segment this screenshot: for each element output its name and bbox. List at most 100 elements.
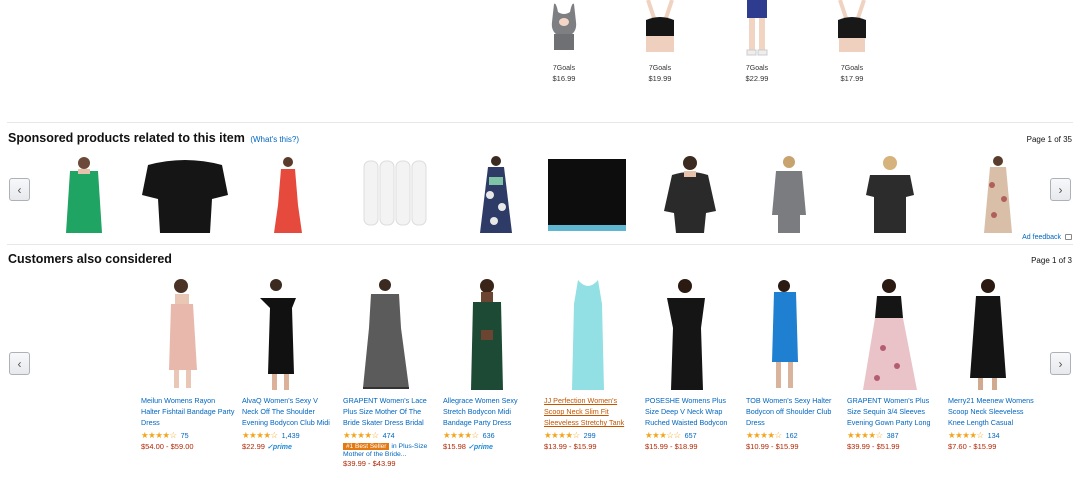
floral-longsleeve-dress-image[interactable]	[980, 155, 1016, 233]
product-title-link[interactable]: Merry21 Meenew Womens Scoop Neck Sleevel…	[948, 395, 1042, 429]
star-rating-icon: ★★★★☆	[242, 430, 278, 440]
black-tee-image[interactable]	[862, 155, 918, 233]
product-brand: 7Goals	[840, 65, 864, 72]
rating-row: ★★★★☆ 1,439	[242, 430, 336, 441]
review-count[interactable]: 75	[181, 431, 189, 440]
product-title-link[interactable]: JJ Perfection Women's Scoop Neck Slim Fi…	[544, 395, 638, 429]
review-count[interactable]: 162	[786, 431, 798, 440]
rating-row: ★★★★☆ 387	[847, 430, 941, 441]
sports-bra-gray-image[interactable]	[534, 0, 594, 58]
sponsored-section-title: Sponsored products related to this item …	[8, 131, 299, 145]
black-knit-image[interactable]	[546, 155, 628, 233]
best-seller-row: #1 Best Seller in Plus-Size	[343, 443, 437, 450]
product-image[interactable]	[645, 278, 739, 393]
sports-bra-black-image[interactable]	[822, 0, 882, 58]
considered-prev-button[interactable]: ‹	[9, 352, 30, 375]
product-title-link[interactable]: Allegrace Women Sexy Stretch Bodycon Mid…	[443, 395, 537, 429]
product-image[interactable]	[242, 278, 336, 393]
product-price: $22.99 ✓prime	[242, 442, 336, 451]
review-count[interactable]: 636	[483, 431, 495, 440]
product-price: $7.60 - $15.99	[948, 442, 997, 451]
product-image[interactable]	[443, 278, 537, 393]
star-rating-icon: ★★★★☆	[746, 430, 782, 440]
top-product-card[interactable]: 7Goals $19.99	[630, 0, 690, 83]
sports-bra-black-image[interactable]	[630, 0, 690, 58]
section-divider	[7, 122, 1073, 123]
product-card[interactable]: TOB Women's Sexy Halter Bodycon off Shou…	[746, 278, 840, 451]
black-top-image[interactable]	[140, 155, 230, 233]
considered-next-button[interactable]: ›	[1050, 352, 1071, 375]
ad-feedback-link[interactable]: Ad feedback	[1022, 234, 1072, 241]
product-price: $39.99 - $51.99	[847, 442, 900, 451]
review-count[interactable]: 474	[383, 431, 395, 440]
red-dress-image[interactable]	[272, 155, 304, 233]
product-image[interactable]	[141, 278, 235, 393]
sponsored-page-indicator: Page 1 of 35	[1026, 135, 1072, 144]
best-seller-badge: #1 Best Seller	[343, 443, 390, 450]
product-title-link[interactable]: POSESHE Womens Plus Size Deep V Neck Wra…	[645, 395, 739, 429]
product-image[interactable]	[948, 278, 1042, 393]
top-product-card[interactable]: 7Goals $16.99	[534, 0, 594, 83]
star-rating-icon: ★★★★☆	[544, 430, 580, 440]
gray-top-image[interactable]	[770, 155, 808, 233]
product-image[interactable]	[343, 278, 437, 393]
rating-row: ★★★★☆ 75	[141, 430, 235, 441]
shorts-model-image[interactable]	[727, 0, 787, 58]
sponsored-prev-button[interactable]: ‹	[9, 178, 30, 201]
top-product-card[interactable]: 7Goals $17.99	[822, 0, 882, 83]
rating-row: ★★★★☆ 299	[544, 430, 638, 441]
product-card[interactable]: AlvaQ Women's Sexy V Neck Off The Should…	[242, 278, 336, 451]
section-divider	[7, 244, 1073, 245]
sponsored-next-button[interactable]: ›	[1050, 178, 1071, 201]
product-card[interactable]: Meilun Womens Rayon Halter Fishtail Band…	[141, 278, 235, 451]
considered-page-indicator: Page 1 of 3	[1031, 256, 1072, 265]
product-price: $39.99 - $43.99	[343, 459, 396, 468]
product-title-link[interactable]: GRAPENT Women's Lace Plus Size Mother Of…	[343, 395, 437, 429]
star-rating-icon: ★★★★☆	[443, 430, 479, 440]
price-text: $15.98	[443, 442, 466, 451]
top-products-row: 7Goals $16.99 7Goals $19.99 7Goals $22.9…	[0, 0, 1080, 118]
product-price: $15.98 ✓prime	[443, 442, 537, 451]
product-card[interactable]: POSESHE Womens Plus Size Deep V Neck Wra…	[645, 278, 739, 451]
review-count[interactable]: 387	[887, 431, 899, 440]
speech-bubble-icon	[1065, 234, 1072, 241]
star-rating-icon: ★★★★☆	[343, 430, 379, 440]
product-image[interactable]	[544, 278, 638, 393]
product-image[interactable]	[847, 278, 941, 393]
review-count[interactable]: 1,439	[282, 431, 300, 440]
product-brand: 7Goals	[648, 65, 672, 72]
product-brand: 7Goals	[745, 65, 769, 72]
product-card[interactable]: Merry21 Meenew Womens Scoop Neck Sleevel…	[948, 278, 1042, 451]
floral-dress-image[interactable]	[476, 155, 516, 233]
green-dress-image[interactable]	[56, 155, 112, 233]
product-card[interactable]: GRAPENT Women's Plus Size Sequin 3/4 Sle…	[847, 278, 941, 451]
star-rating-icon: ★★★★☆	[948, 430, 984, 440]
star-rating-icon: ★★★★☆	[847, 430, 883, 440]
product-price: $54.00 - $59.00	[141, 442, 194, 451]
product-title-link[interactable]: GRAPENT Women's Plus Size Sequin 3/4 Sle…	[847, 395, 941, 429]
white-socks-image[interactable]	[360, 155, 432, 233]
product-card[interactable]: JJ Perfection Women's Scoop Neck Slim Fi…	[544, 278, 638, 451]
review-count[interactable]: 657	[685, 431, 697, 440]
top-product-card[interactable]: 7Goals $22.99	[727, 0, 787, 83]
review-count[interactable]: 134	[988, 431, 1000, 440]
best-seller-category[interactable]: in Plus-Size	[391, 443, 427, 450]
product-price: $19.99	[648, 74, 672, 83]
rating-row: ★★★★☆ 636	[443, 430, 537, 441]
ad-feedback-text: Ad feedback	[1022, 234, 1062, 241]
chevron-left-icon: ‹	[17, 356, 22, 371]
product-title-link[interactable]: Meilun Womens Rayon Halter Fishtail Band…	[141, 395, 235, 429]
product-price: $13.99 - $15.99	[544, 442, 597, 451]
whats-this-link[interactable]: (What's this?)	[250, 135, 299, 144]
best-seller-category-cont[interactable]: Mother of the Bride...	[343, 451, 437, 458]
product-card[interactable]: Allegrace Women Sexy Stretch Bodycon Mid…	[443, 278, 537, 451]
product-image[interactable]	[746, 278, 840, 393]
product-title-link[interactable]: AlvaQ Women's Sexy V Neck Off The Should…	[242, 395, 336, 429]
product-title-link[interactable]: TOB Women's Sexy Halter Bodycon off Shou…	[746, 395, 840, 429]
black-lace-top-image[interactable]	[662, 155, 718, 233]
product-brand: 7Goals	[552, 65, 576, 72]
rating-row: ★★★★☆ 162	[746, 430, 840, 441]
product-card[interactable]: GRAPENT Women's Lace Plus Size Mother Of…	[343, 278, 437, 468]
review-count[interactable]: 299	[584, 431, 596, 440]
product-price: $17.99	[840, 74, 864, 83]
